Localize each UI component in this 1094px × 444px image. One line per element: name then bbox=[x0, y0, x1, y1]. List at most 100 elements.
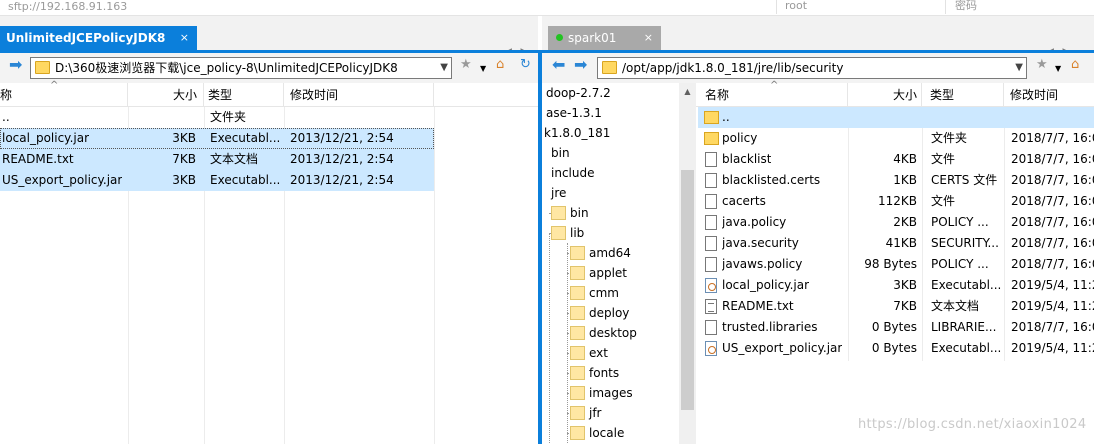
list-item[interactable]: trusted.libraries 0 Bytes LIBRARIE... 20… bbox=[698, 317, 1094, 338]
file-name: java.policy bbox=[722, 215, 787, 229]
file-size: 3KB bbox=[172, 131, 196, 145]
tab-local[interactable]: UnlimitedJCEPolicyJDK8 × bbox=[0, 26, 197, 50]
back-arrow-icon[interactable]: ⬅ bbox=[552, 57, 565, 73]
list-item[interactable]: blacklist 4KB 文件 2018/7/7, 16:0 bbox=[698, 149, 1094, 170]
file-name: local_policy.jar bbox=[2, 131, 90, 145]
tree-item[interactable]: cmm bbox=[589, 283, 619, 303]
folder-icon bbox=[35, 61, 50, 74]
tree-item[interactable]: ase-1.3.1 bbox=[546, 103, 602, 123]
list-item[interactable]: US_export_policy.jar 0 Bytes Executabl..… bbox=[698, 338, 1094, 359]
file-name: policy bbox=[722, 131, 758, 145]
connection-bar: sftp://192.168.91.163 root 密码 bbox=[0, 0, 1094, 16]
list-item[interactable]: local_policy.jar 3KB Executabl... 2019/5… bbox=[698, 275, 1094, 296]
jar-file-icon bbox=[705, 341, 717, 356]
col-size[interactable]: 大小 bbox=[128, 83, 204, 107]
list-item[interactable]: javaws.policy 98 Bytes POLICY ... 2018/7… bbox=[698, 254, 1094, 275]
close-icon[interactable]: × bbox=[180, 26, 189, 50]
file-size: 2KB bbox=[893, 215, 917, 229]
file-type: POLICY ... bbox=[931, 257, 989, 271]
tree-item-label: include bbox=[551, 166, 595, 180]
file-modified: 2018/7/7, 16:0 bbox=[1011, 215, 1094, 229]
bookmark-star-icon[interactable]: ★ bbox=[1036, 58, 1048, 72]
col-name[interactable]: 称 bbox=[0, 83, 128, 107]
file-size: 7KB bbox=[172, 152, 196, 166]
tree-item[interactable]: amd64 bbox=[589, 243, 631, 263]
list-item[interactable]: US_export_policy.jar 3KB Executabl... 20… bbox=[0, 170, 434, 191]
file-modified: 2013/12/21, 2:54 bbox=[290, 173, 394, 187]
bookmark-dropdown-icon[interactable]: ▼ bbox=[480, 62, 486, 76]
tree-item[interactable]: lib bbox=[570, 223, 584, 243]
list-item[interactable]: README.txt 7KB 文本文档 2013/12/21, 2:54 bbox=[0, 149, 434, 170]
tree-item[interactable]: jre bbox=[551, 183, 566, 203]
list-item[interactable]: .. bbox=[698, 107, 1094, 128]
col-size[interactable]: 大小 bbox=[848, 83, 922, 107]
refresh-icon[interactable]: ↻ bbox=[520, 58, 531, 72]
col-type[interactable]: 类型 bbox=[204, 83, 284, 107]
tree-item[interactable]: bin bbox=[551, 143, 570, 163]
close-icon[interactable]: × bbox=[644, 26, 653, 50]
sftp-client-window: sftp://192.168.91.163 root 密码 UnlimitedJ… bbox=[0, 0, 1094, 444]
list-item[interactable]: blacklisted.certs 1KB CERTS 文件 2018/7/7,… bbox=[698, 170, 1094, 191]
list-item[interactable]: local_policy.jar 3KB Executabl... 2013/1… bbox=[0, 128, 434, 149]
tree-item[interactable]: ext bbox=[589, 343, 608, 363]
file-name: US_export_policy.jar bbox=[2, 173, 123, 187]
file-icon bbox=[705, 173, 717, 188]
scrollbar-thumb[interactable] bbox=[681, 170, 694, 410]
list-item[interactable]: cacerts 112KB 文件 2018/7/7, 16:0 bbox=[698, 191, 1094, 212]
scroll-up-icon[interactable]: ▲ bbox=[679, 83, 696, 100]
file-type: 文本文档 bbox=[210, 152, 259, 166]
bookmark-dropdown-icon[interactable]: ▼ bbox=[1055, 62, 1061, 76]
tree-item[interactable]: locale bbox=[589, 423, 624, 443]
home-icon[interactable]: ⌂ bbox=[1071, 58, 1079, 72]
right-path-input[interactable]: /opt/app/jdk1.8.0_181/jre/lib/security ▼ bbox=[597, 57, 1027, 79]
file-type: 文件夹 bbox=[931, 131, 968, 145]
folder-icon bbox=[570, 286, 585, 300]
navigate-arrow-icon[interactable]: ➡ bbox=[9, 57, 22, 73]
list-item[interactable]: README.txt 7KB 文本文档 2019/5/4, 11:2 bbox=[698, 296, 1094, 317]
tree-item[interactable]: doop-2.7.2 bbox=[546, 83, 611, 103]
left-path-input[interactable]: D:\360极速浏览器下载\jce_policy-8\UnlimitedJCEP… bbox=[30, 57, 452, 79]
tree-item[interactable]: bin bbox=[570, 203, 589, 223]
file-size: 4KB bbox=[893, 152, 917, 166]
folder-icon bbox=[602, 61, 617, 74]
forward-arrow-icon[interactable]: ➡ bbox=[574, 57, 587, 73]
file-type: 文件 bbox=[931, 152, 956, 166]
folder-icon bbox=[570, 406, 585, 420]
tree-item[interactable]: jfr bbox=[589, 403, 602, 423]
tree-scrollbar[interactable]: ▲ bbox=[679, 83, 696, 444]
bookmark-star-icon[interactable]: ★ bbox=[460, 58, 472, 72]
tree-item[interactable]: desktop bbox=[589, 323, 637, 343]
col-modified[interactable]: 修改时间 bbox=[1004, 83, 1094, 107]
list-item[interactable]: .. 文件夹 bbox=[0, 107, 434, 128]
list-item[interactable]: java.policy 2KB POLICY ... 2018/7/7, 16:… bbox=[698, 212, 1094, 233]
tree-item[interactable]: deploy bbox=[589, 303, 629, 323]
tree-item[interactable]: images bbox=[589, 383, 633, 403]
tree-item[interactable]: k1.8.0_181 bbox=[544, 123, 610, 143]
folder-icon bbox=[570, 326, 585, 340]
sort-ascending-icon: ^ bbox=[50, 80, 59, 91]
tree-item[interactable]: applet bbox=[589, 263, 627, 283]
list-item[interactable]: policy 文件夹 2018/7/7, 16:0 bbox=[698, 128, 1094, 149]
column-gridline bbox=[434, 107, 435, 444]
home-icon[interactable]: ⌂ bbox=[496, 58, 504, 72]
tree-item[interactable]: include bbox=[551, 163, 594, 183]
separator bbox=[945, 0, 946, 14]
col-type[interactable]: 类型 bbox=[922, 83, 1004, 107]
host-field[interactable]: sftp://192.168.91.163 bbox=[8, 0, 127, 14]
file-name: US_export_policy.jar bbox=[722, 341, 843, 355]
folder-open-icon bbox=[551, 226, 566, 240]
tab-spark01[interactable]: spark01 × bbox=[548, 26, 661, 50]
file-size: 3KB bbox=[172, 173, 196, 187]
password-field[interactable]: 密码 bbox=[955, 0, 977, 12]
chevron-down-icon[interactable]: ▼ bbox=[440, 58, 448, 78]
file-modified: 2019/5/4, 11:2 bbox=[1011, 341, 1094, 355]
user-field[interactable]: root bbox=[785, 0, 807, 12]
tree-guide bbox=[549, 233, 550, 443]
tree-item[interactable]: fonts bbox=[589, 363, 619, 383]
list-item[interactable]: java.security 41KB SECURITY... 2018/7/7,… bbox=[698, 233, 1094, 254]
file-icon bbox=[705, 320, 717, 335]
folder-icon bbox=[570, 306, 585, 320]
chevron-down-icon[interactable]: ▼ bbox=[1015, 58, 1023, 78]
tree-item-label: amd64 bbox=[589, 246, 631, 260]
col-modified[interactable]: 修改时间 bbox=[284, 83, 434, 107]
